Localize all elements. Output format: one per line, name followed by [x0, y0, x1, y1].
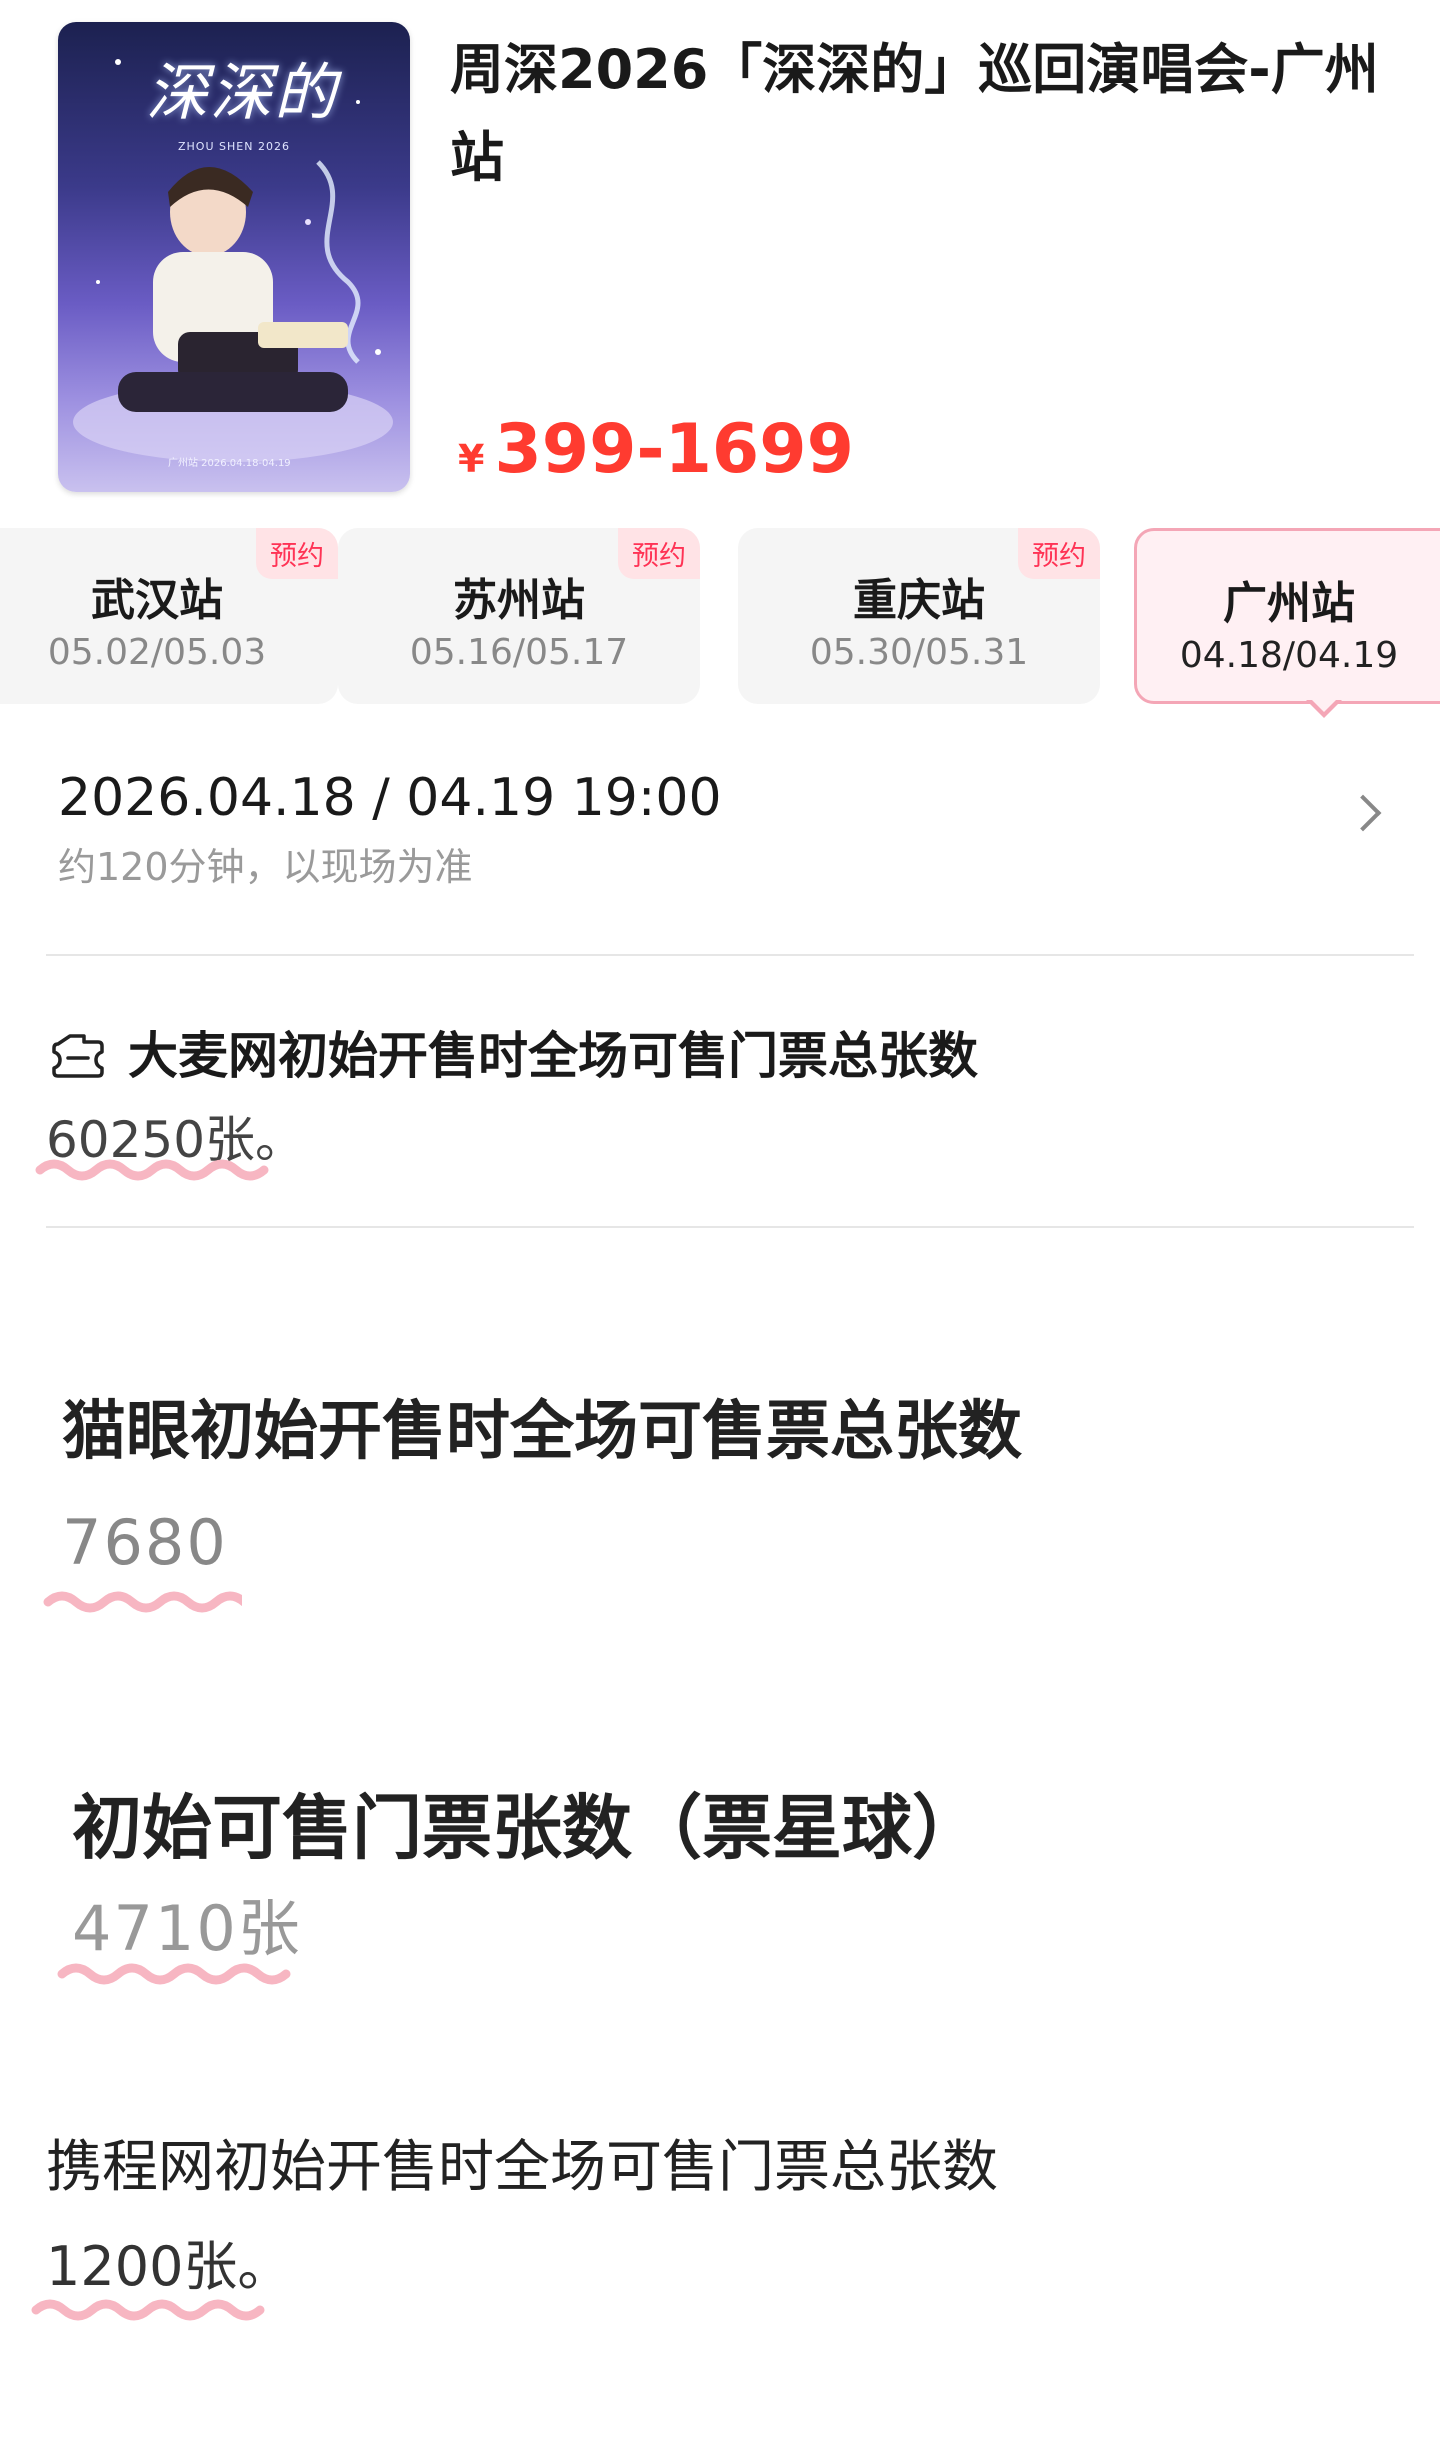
highlight-squiggle	[43, 1591, 242, 1613]
reserve-badge: 预约	[1018, 528, 1100, 579]
ticket-icon	[52, 1034, 104, 1078]
city-tab-guangzhou[interactable]: 广州站 04.18/04.19	[1134, 528, 1440, 704]
event-title: 周深2026「深深的」巡回演唱会-广州站	[450, 38, 1379, 189]
session-duration: 约120分钟，以现场为准	[58, 845, 473, 889]
reserve-badge: 预约	[618, 528, 700, 579]
maoyan-title: 猫眼初始开售时全场可售票总张数	[62, 1395, 1022, 1469]
divider	[46, 1226, 1414, 1228]
city-name: 广州站	[1223, 578, 1355, 629]
highlight-squiggle	[57, 1963, 291, 1985]
city-tab-wuhan[interactable]: 武汉站 05.02/05.03 预约	[0, 528, 338, 704]
session-datetime: 2026.04.18 / 04.19 19:00	[58, 768, 722, 828]
reserve-badge: 预约	[256, 528, 338, 579]
poster-dates: 广州站 2026.04.18-04.19	[168, 458, 291, 469]
poster-illustration	[73, 59, 393, 462]
city-dates: 04.18/04.19	[1179, 635, 1399, 676]
ctrip-value: 1200张。	[46, 2235, 292, 2298]
city-dates: 05.02/05.03	[47, 632, 267, 673]
price-range: ¥ 399-1699	[458, 410, 854, 489]
chevron-right-icon[interactable]	[1344, 794, 1382, 832]
ctrip-title: 携程网初始开售时全场可售门票总张数	[46, 2135, 998, 2200]
city-tab-suzhou[interactable]: 苏州站 05.16/05.17 预约	[338, 528, 700, 704]
maoyan-value: 7680	[62, 1506, 228, 1579]
price-value: 399-1699	[494, 410, 854, 489]
highlight-squiggle	[31, 2299, 265, 2321]
damai-title: 大麦网初始开售时全场可售门票总张数	[128, 1027, 978, 1085]
event-poster[interactable]: 深深的 ZHOU SHEN 2026 广州站 2026.04.18-04.19	[58, 22, 410, 492]
city-tab-chongqing[interactable]: 重庆站 05.30/05.31 预约	[738, 528, 1100, 704]
piaoxingqiu-value: 4710张	[72, 1892, 302, 1965]
piaoxingqiu-title: 初始可售门票张数（票星球）	[72, 1787, 982, 1869]
currency-symbol: ¥	[458, 437, 485, 481]
city-dates: 05.16/05.17	[409, 632, 629, 673]
selected-tab-pointer-fill	[1309, 697, 1339, 712]
highlight-squiggle	[35, 1159, 269, 1181]
city-dates: 05.30/05.31	[809, 632, 1029, 673]
divider	[46, 954, 1414, 956]
